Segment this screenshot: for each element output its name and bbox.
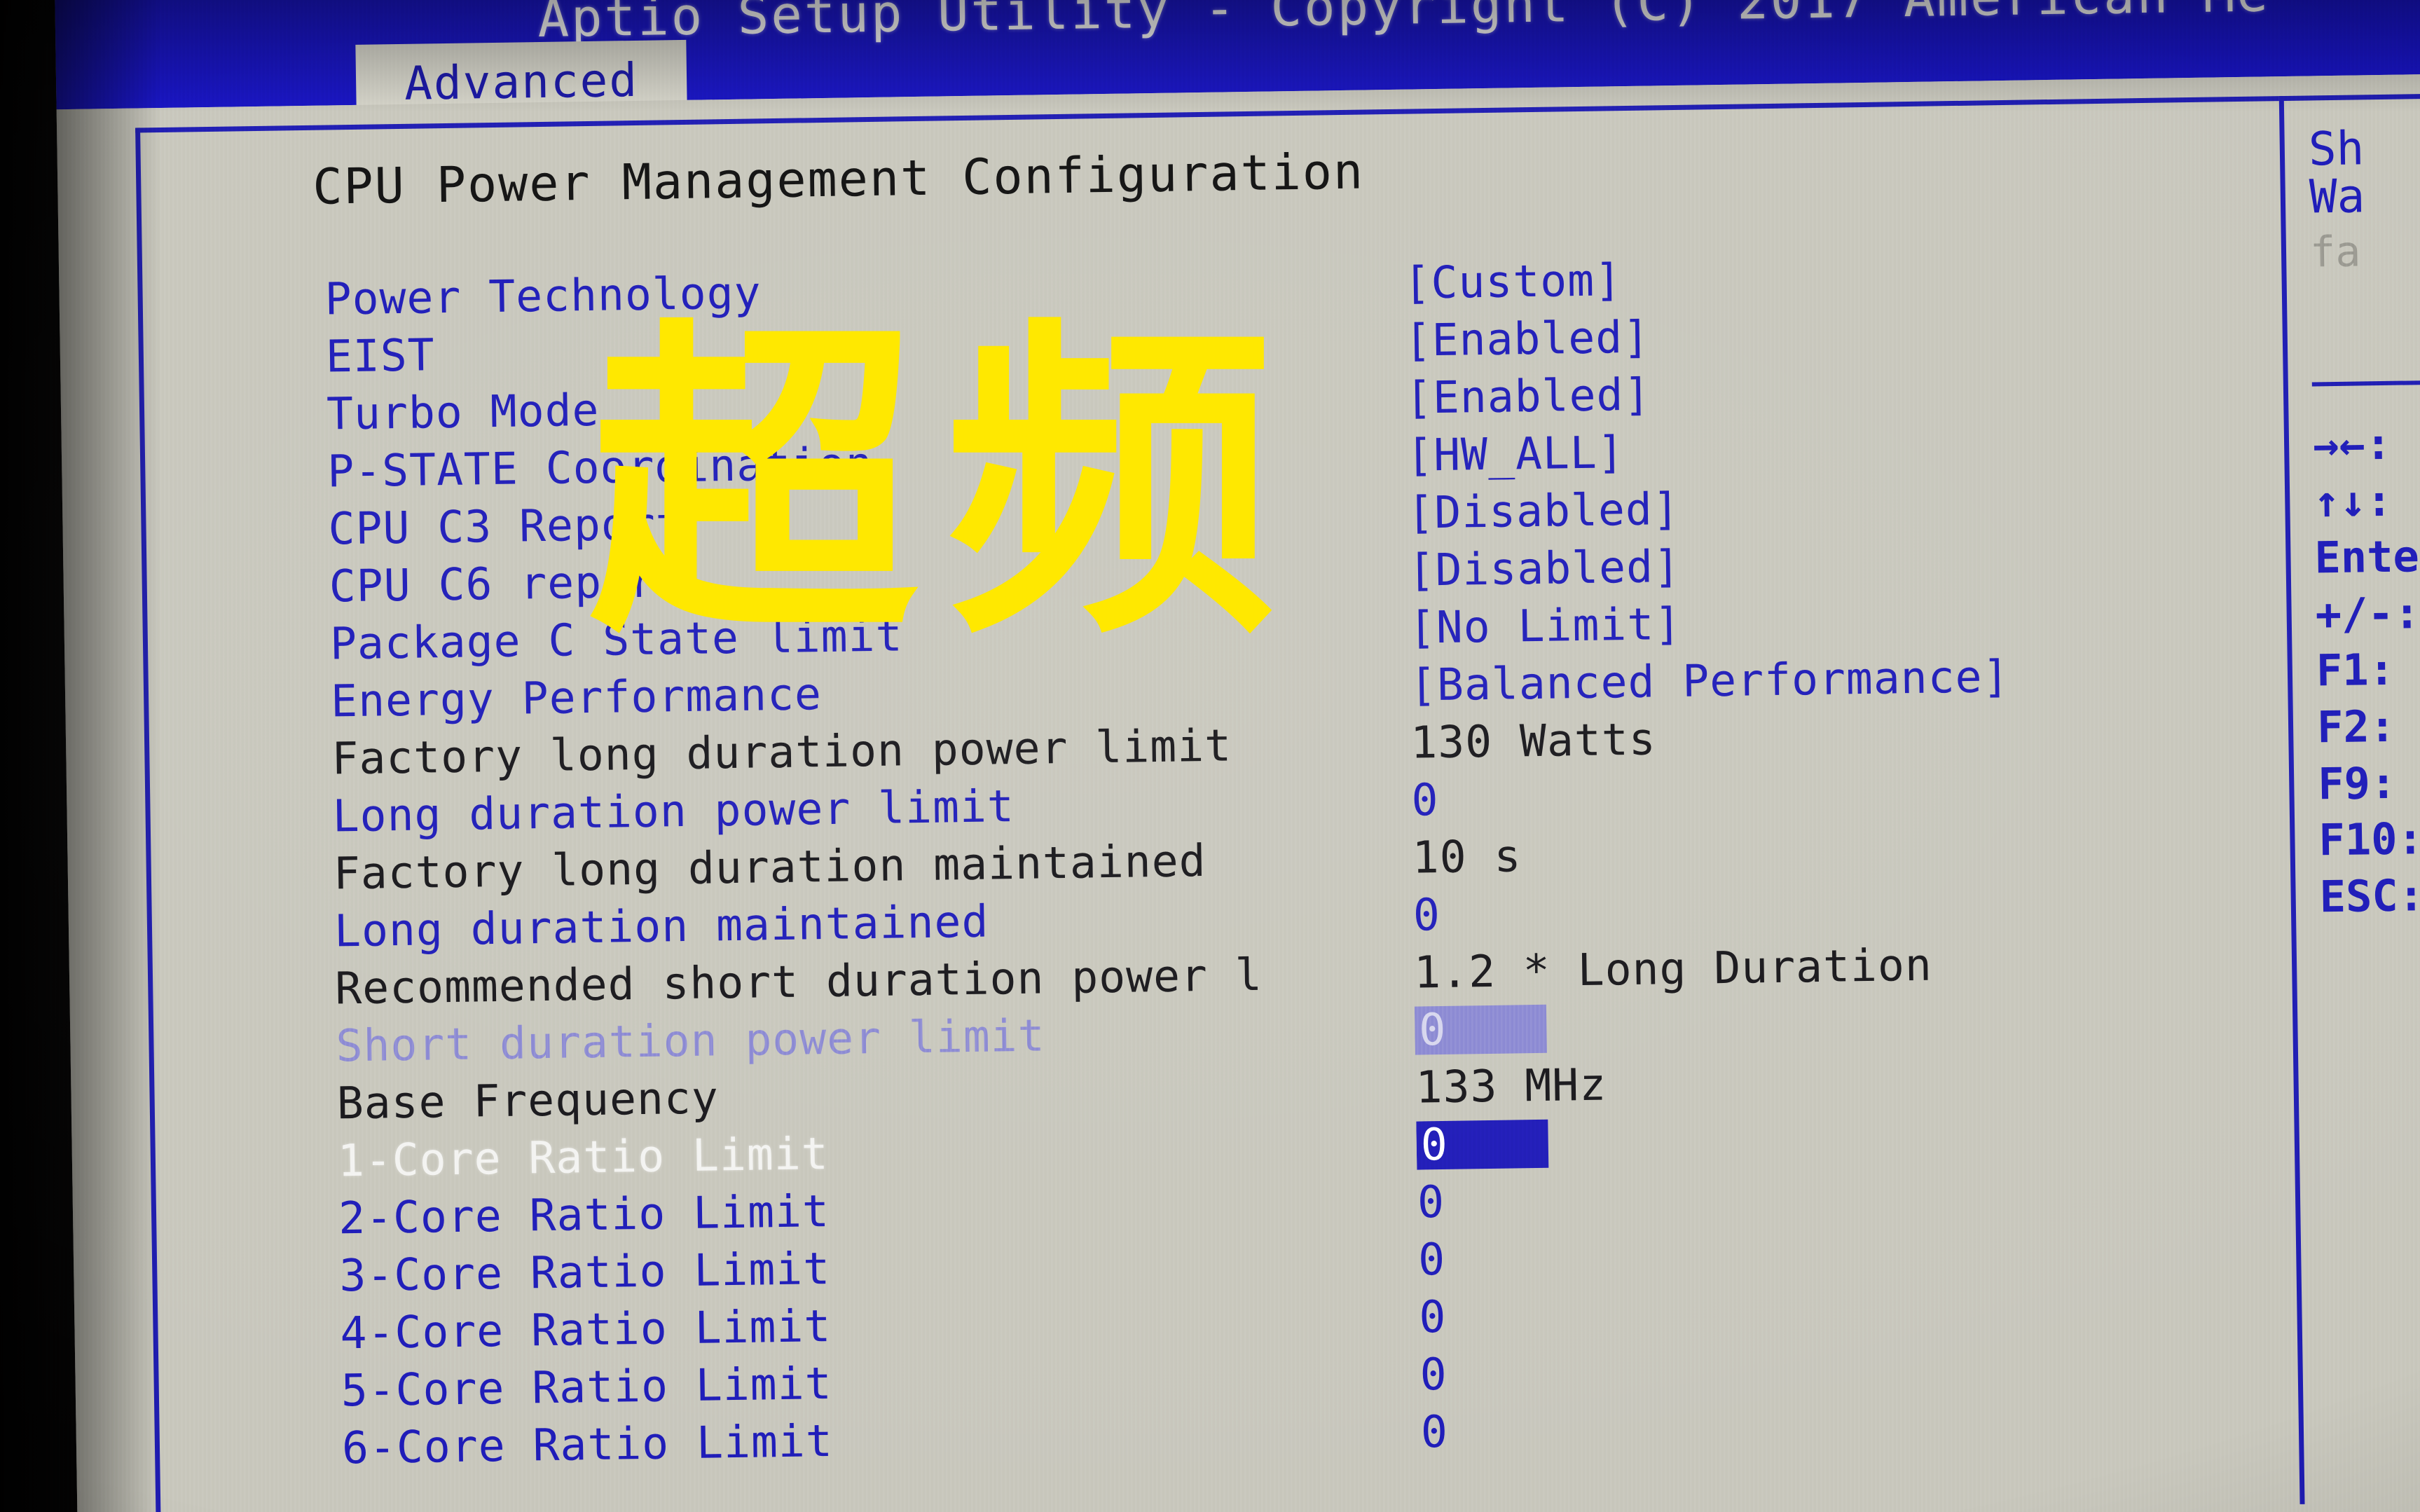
setting-value[interactable]: [Enabled] [1405, 361, 2190, 423]
bios-photo: Aptio Setup Utility - Copyright (C) 2017… [0, 0, 2420, 1512]
setting-value[interactable]: 130 Watts [1410, 706, 2196, 768]
setting-value[interactable]: 133 MHz [1415, 1050, 2201, 1113]
help-subtext: fa [2309, 227, 2361, 277]
setting-value[interactable]: [Custom] [1403, 246, 2189, 309]
settings-pane: CPU Power Management Configuration Power… [135, 96, 2300, 1512]
help-key-list: →←: ↑↓: Ente +/-: F1: F2: F9: F10: ESC: [2312, 384, 2420, 926]
help-pane: Sh Wa fa →←: ↑↓: Ente +/-: F1: F2: F9: F10: ESC: [2278, 92, 2420, 1504]
setting-value[interactable]: 0 [1420, 1394, 2206, 1457]
setting-value[interactable]: 0 [1419, 1279, 2204, 1342]
help-key: +/-: [2315, 586, 2420, 640]
help-key: Ente [2314, 530, 2420, 584]
monitor-screen: Aptio Setup Utility - Copyright (C) 2017… [55, 0, 2420, 1512]
setting-value[interactable]: 0 [1418, 1222, 2204, 1285]
help-key: F9: [2317, 757, 2397, 809]
help-heading-line2: Wa [2309, 169, 2365, 224]
help-heading-line1: Sh [2308, 121, 2365, 177]
help-key: F1: [2316, 644, 2395, 696]
help-key: F10: [2318, 813, 2420, 866]
help-key: →←: [2312, 418, 2392, 471]
setting-value[interactable]: 0 [1417, 1164, 2202, 1228]
setting-value[interactable]: 0 [1412, 877, 2198, 941]
setting-value[interactable]: 0 [1411, 763, 2196, 826]
setup-body: CPU Power Management Configuration Power… [56, 74, 2420, 1512]
setting-value[interactable]: 0 [1414, 992, 2200, 1055]
page-title: CPU Power Management Configuration [312, 142, 1365, 216]
setting-value[interactable]: [HW_ALL] [1406, 418, 2192, 481]
setting-value[interactable]: 10 s [1412, 820, 2197, 883]
help-key: ↑↓: [2313, 474, 2393, 527]
setting-value[interactable]: 0 [1416, 1107, 2201, 1170]
help-key: F2: [2316, 700, 2396, 753]
setting-value-selected[interactable]: 0 [1416, 1118, 1549, 1170]
help-key: ESC: [2319, 869, 2420, 923]
setting-value[interactable]: 0 [1419, 1337, 2205, 1400]
help-heading: Sh Wa [2308, 98, 2420, 224]
setting-value[interactable]: 1.2 * Long Duration [1414, 935, 2199, 998]
setting-value[interactable]: [Enabled] [1404, 303, 2189, 366]
setting-value-selected[interactable]: 0 [1414, 1003, 1547, 1055]
setting-value[interactable]: [Balanced Performance] [1410, 648, 2195, 710]
settings-list: Power Technology [Custom] EIST [Enabled] Tur… [142, 241, 2299, 1479]
setting-value[interactable]: [No Limit] [1408, 591, 2194, 653]
setting-value[interactable]: [Disabled] [1408, 533, 2193, 596]
setting-value[interactable]: [Disabled] [1407, 476, 2192, 538]
